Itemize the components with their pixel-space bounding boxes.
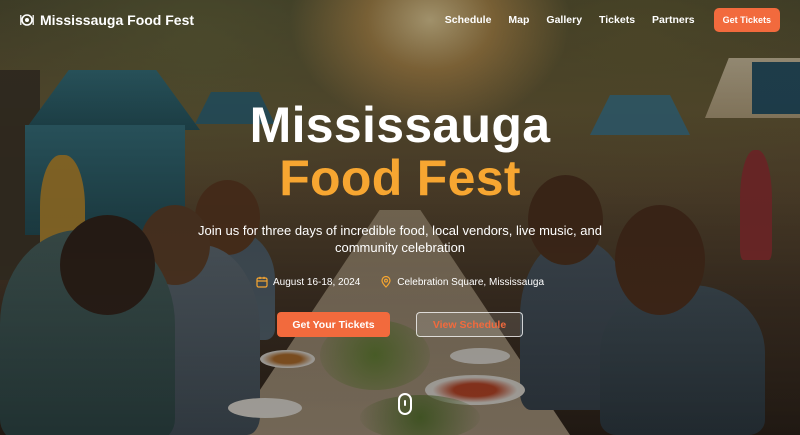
calendar-icon bbox=[256, 276, 268, 288]
get-your-tickets-button[interactable]: Get Your Tickets bbox=[277, 312, 390, 337]
hero-actions: Get Your Tickets View Schedule bbox=[0, 312, 800, 337]
hero-subtitle: Join us for three days of incredible foo… bbox=[198, 223, 602, 255]
event-meta: August 16-18, 2024 Celebration Square, M… bbox=[0, 275, 800, 288]
event-date-text: August 16-18, 2024 bbox=[272, 276, 361, 288]
mouse-scroll-icon[interactable] bbox=[398, 393, 412, 415]
hero-section: Mississauga Food Fest Join us for three … bbox=[0, 0, 800, 435]
hero-title-line2: Food Fest bbox=[279, 150, 521, 206]
event-location: Celebration Square, Mississauga bbox=[380, 275, 545, 288]
scroll-dot bbox=[404, 400, 406, 406]
view-schedule-button[interactable]: View Schedule bbox=[416, 312, 523, 337]
hero-title-line1: Mississauga bbox=[249, 97, 551, 153]
event-location-text: Celebration Square, Mississauga bbox=[397, 276, 545, 288]
event-date: August 16-18, 2024 bbox=[256, 276, 360, 288]
map-pin-icon bbox=[380, 275, 392, 288]
